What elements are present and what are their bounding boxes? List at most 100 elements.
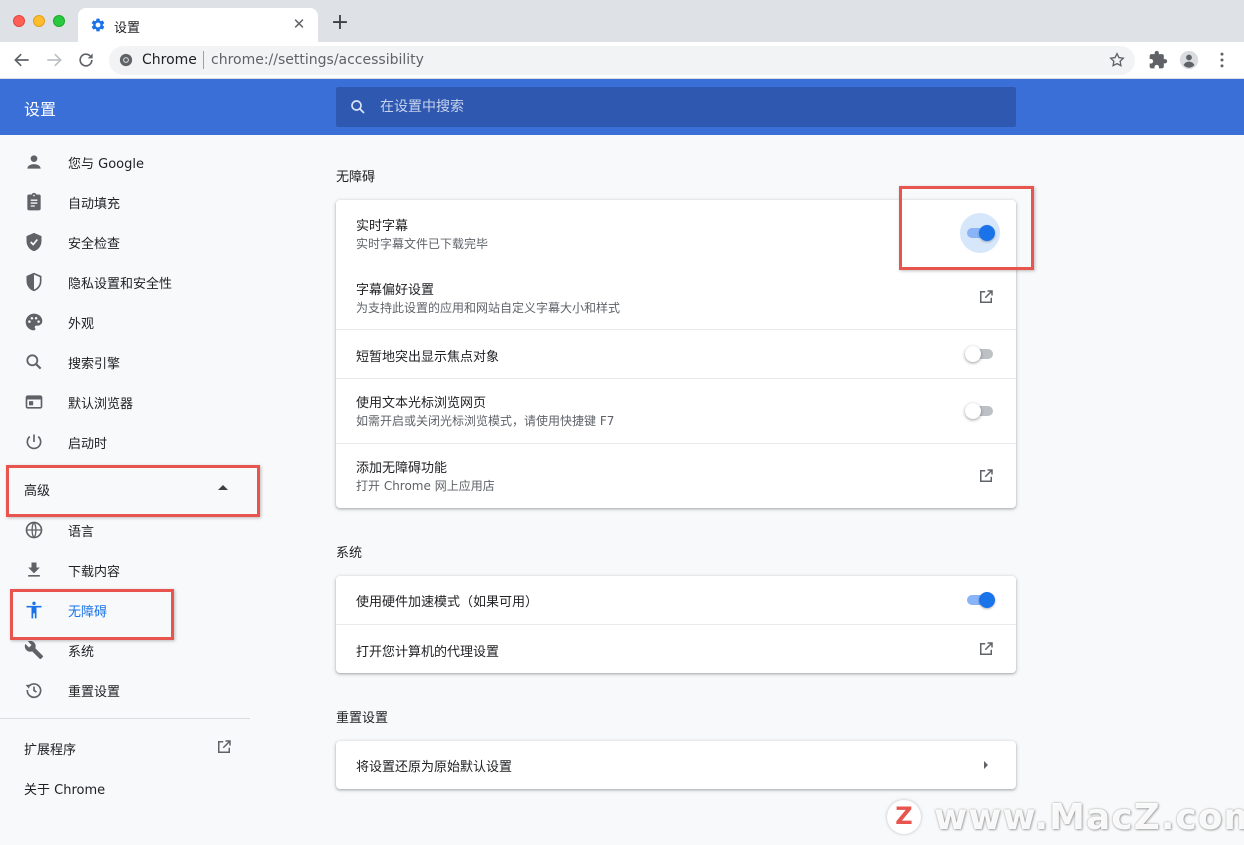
focus-highlight-toggle[interactable] — [965, 344, 995, 364]
reset-card: 将设置还原为原始默认设置 — [336, 741, 1016, 789]
sidebar-item-on-startup[interactable]: 启动时 — [0, 422, 250, 462]
caption-prefs-label: 字幕偏好设置 — [356, 283, 435, 298]
open-external-icon[interactable] — [977, 467, 995, 485]
sidebar-item-you-and-google[interactable]: 您与 Google — [0, 142, 250, 182]
history-icon — [25, 683, 42, 699]
proxy-row[interactable]: 打开您计算机的代理设置 — [336, 624, 1016, 673]
sidebar-item-label: 隐私设置和安全性 — [68, 277, 173, 292]
extensions-puzzle-icon[interactable] — [1148, 50, 1168, 70]
sidebar-item-about-chrome[interactable]: 关于 Chrome — [0, 767, 250, 807]
profile-avatar-icon[interactable] — [1179, 50, 1199, 70]
caption-prefs-sub: 为支持此设置的应用和网站自定义字幕大小和样式 — [356, 301, 621, 315]
caret-browsing-sub: 如需开启或关闭光标浏览模式，请使用快捷键 F7 — [356, 414, 615, 428]
back-icon[interactable] — [12, 50, 32, 70]
focus-highlight-label: 短暂地突出显示焦点对象 — [356, 350, 500, 365]
sidebar-item-privacy[interactable]: 隐私设置和安全性 — [0, 262, 250, 302]
sidebar-item-search-engine[interactable]: 搜索引擎 — [0, 342, 250, 382]
search-icon — [351, 100, 365, 114]
live-caption-label: 实时字幕 — [356, 219, 409, 234]
watermark-text: www.MacZ.com — [934, 797, 1244, 838]
sidebar-item-extensions[interactable]: 扩展程序 — [0, 727, 250, 767]
sidebar-item-label: 系统 — [68, 645, 95, 660]
add-accessibility-sub: 打开 Chrome 网上应用店 — [356, 479, 495, 493]
minimize-window-button[interactable] — [33, 15, 45, 27]
open-external-icon[interactable] — [977, 640, 995, 658]
omnibox-separator — [203, 51, 204, 69]
more-menu-icon[interactable] — [1212, 50, 1232, 70]
restore-defaults-row[interactable]: 将设置还原为原始默认设置 — [336, 741, 1016, 789]
forward-icon[interactable] — [44, 50, 64, 70]
page-title: 设置 — [24, 100, 57, 119]
sidebar-item-default-browser[interactable]: 默认浏览器 — [0, 382, 250, 422]
tab-strip: 设置 ✕ + — [0, 0, 1244, 42]
system-card: 使用硬件加速模式（如果可用） 打开您计算机的代理设置 — [336, 576, 1016, 673]
globe-icon — [25, 521, 43, 539]
power-icon — [26, 434, 42, 450]
caret-browsing-toggle[interactable] — [965, 401, 995, 421]
zoom-window-button[interactable] — [53, 15, 65, 27]
sidebar-item-label: 语言 — [68, 525, 95, 540]
wrench-icon — [24, 640, 44, 660]
caret-browsing-label: 使用文本光标浏览网页 — [356, 396, 487, 411]
extensions-label: 扩展程序 — [24, 743, 77, 758]
person-icon — [27, 155, 41, 169]
close-window-button[interactable] — [13, 15, 25, 27]
toggle-knob — [979, 592, 995, 608]
caption-prefs-row[interactable]: 字幕偏好设置 为支持此设置的应用和网站自定义字幕大小和样式 — [336, 264, 1016, 329]
sidebar-item-label: 外观 — [68, 317, 95, 332]
sidebar-item-label: 启动时 — [68, 437, 108, 452]
bookmark-star-icon[interactable] — [1108, 51, 1126, 69]
search-input[interactable] — [380, 87, 1000, 127]
sidebar-item-label: 重置设置 — [68, 685, 121, 700]
download-icon — [28, 562, 40, 577]
open-external-icon — [218, 740, 231, 753]
sidebar-item-label: 您与 Google — [68, 157, 144, 172]
settings-header: 设置 — [0, 79, 1244, 135]
tab-settings[interactable]: 设置 ✕ — [78, 8, 318, 42]
watermark-logo: Z — [887, 800, 921, 834]
highlight-box-advanced — [6, 465, 260, 517]
settings-search-box[interactable] — [336, 87, 1016, 127]
live-caption-sub: 实时字幕文件已下载完毕 — [356, 237, 489, 251]
chrome-logo-icon — [119, 53, 133, 67]
browser-window-icon — [25, 395, 43, 409]
sidebar-item-appearance[interactable]: 外观 — [0, 302, 250, 342]
sidebar-item-label: 安全检查 — [68, 237, 121, 252]
browser-toolbar: Chrome chrome://settings/accessibility — [0, 42, 1244, 79]
section-title-system: 系统 — [336, 546, 363, 561]
sidebar-item-reset[interactable]: 重置设置 — [0, 670, 250, 710]
palette-icon — [25, 313, 43, 331]
focus-highlight-row[interactable]: 短暂地突出显示焦点对象 — [336, 329, 1016, 378]
sidebar-item-label: 搜索引擎 — [68, 357, 121, 372]
hw-accel-row[interactable]: 使用硬件加速模式（如果可用） — [336, 576, 1016, 624]
sidebar-item-label: 下载内容 — [68, 565, 121, 580]
open-external-icon[interactable] — [977, 288, 995, 306]
about-chrome-label: 关于 Chrome — [24, 783, 106, 798]
restore-defaults-label: 将设置还原为原始默认设置 — [356, 760, 513, 775]
omnibox-url[interactable]: chrome://settings/accessibility — [211, 52, 424, 68]
gear-icon — [91, 18, 105, 32]
section-title-accessibility: 无障碍 — [336, 170, 376, 185]
shield-check-icon — [26, 232, 42, 252]
close-tab-icon[interactable]: ✕ — [290, 15, 308, 33]
reload-icon[interactable] — [76, 50, 96, 70]
sidebar-item-safety-check[interactable]: 安全检查 — [0, 222, 250, 262]
caret-browsing-row[interactable]: 使用文本光标浏览网页 如需开启或关闭光标浏览模式，请使用快捷键 F7 — [336, 378, 1016, 443]
highlight-box-accessibility — [10, 589, 174, 640]
omnibox-site-label: Chrome — [142, 52, 197, 68]
sidebar-item-downloads[interactable]: 下载内容 — [0, 550, 250, 590]
address-bar[interactable]: Chrome chrome://settings/accessibility — [109, 46, 1135, 75]
sidebar-item-autofill[interactable]: 自动填充 — [0, 182, 250, 222]
section-title-reset: 重置设置 — [336, 711, 389, 726]
proxy-label: 打开您计算机的代理设置 — [356, 645, 500, 660]
add-accessibility-row[interactable]: 添加无障碍功能 打开 Chrome 网上应用店 — [336, 443, 1016, 508]
highlight-box-live-caption-toggle — [899, 186, 1034, 270]
toggle-knob — [965, 346, 981, 362]
add-accessibility-label: 添加无障碍功能 — [356, 461, 448, 476]
sidebar-item-label: 自动填充 — [68, 197, 121, 212]
new-tab-button[interactable]: + — [329, 12, 351, 35]
hw-accel-toggle[interactable] — [965, 590, 995, 610]
sidebar-item-label: 默认浏览器 — [68, 397, 134, 412]
clipboard-icon — [27, 192, 41, 211]
hw-accel-label: 使用硬件加速模式（如果可用） — [356, 595, 539, 610]
